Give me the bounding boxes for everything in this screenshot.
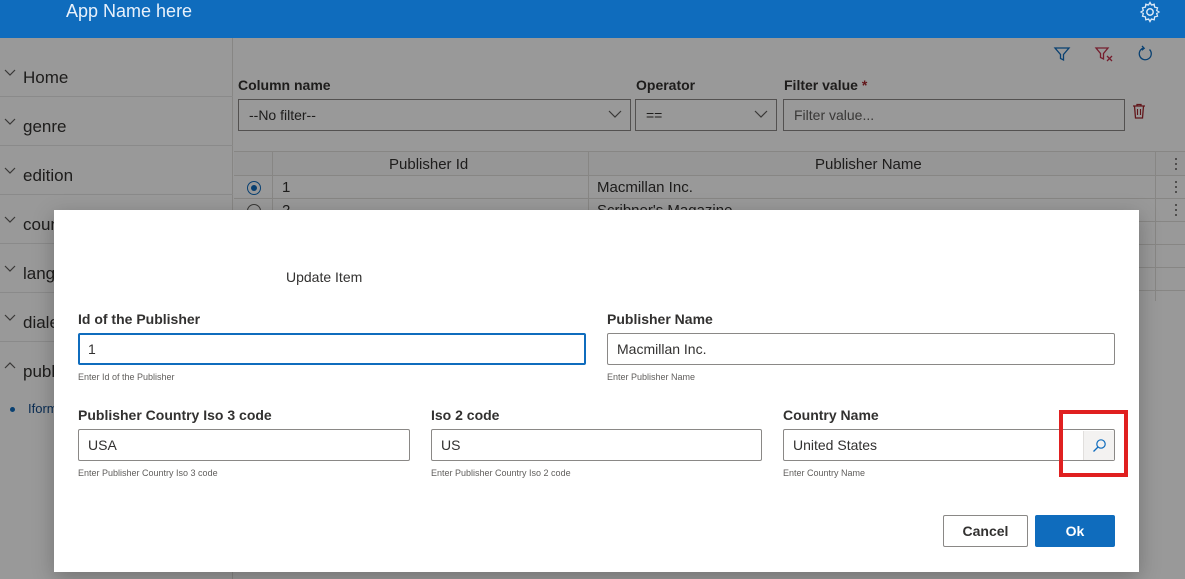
country-name-hint: Enter Country Name xyxy=(783,468,866,478)
app-header: App Name here xyxy=(0,0,1185,38)
iso3-label: Publisher Country Iso 3 code xyxy=(78,407,272,423)
app-title: App Name here xyxy=(66,1,193,21)
publisher-id-value: 1 xyxy=(88,341,96,357)
ok-button[interactable]: Ok xyxy=(1035,515,1115,547)
iso3-field[interactable]: USA xyxy=(78,429,410,461)
update-item-dialog: Update Item Id of the Publisher 1 Enter … xyxy=(54,210,1139,572)
publisher-name-value: Macmillan Inc. xyxy=(617,341,707,357)
gear-icon[interactable] xyxy=(1138,0,1162,24)
publisher-id-field[interactable]: 1 xyxy=(78,333,586,365)
iso2-hint: Enter Publisher Country Iso 2 code xyxy=(431,468,571,478)
iso3-hint: Enter Publisher Country Iso 3 code xyxy=(78,468,218,478)
iso2-field[interactable]: US xyxy=(431,429,762,461)
highlight-box xyxy=(1059,410,1128,477)
publisher-id-hint: Enter Id of the Publisher xyxy=(78,372,175,382)
country-name-value: United States xyxy=(793,437,878,453)
publisher-name-hint: Enter Publisher Name xyxy=(607,372,696,382)
publisher-id-label: Id of the Publisher xyxy=(78,311,201,327)
iso3-value: USA xyxy=(88,437,117,453)
iso2-value: US xyxy=(441,437,461,453)
iso2-label: Iso 2 code xyxy=(431,407,500,423)
publisher-name-label: Publisher Name xyxy=(607,311,713,327)
country-name-label: Country Name xyxy=(783,407,879,423)
dialog-title: Update Item xyxy=(286,269,363,285)
cancel-button[interactable]: Cancel xyxy=(943,515,1028,547)
publisher-name-field[interactable]: Macmillan Inc. xyxy=(607,333,1115,365)
